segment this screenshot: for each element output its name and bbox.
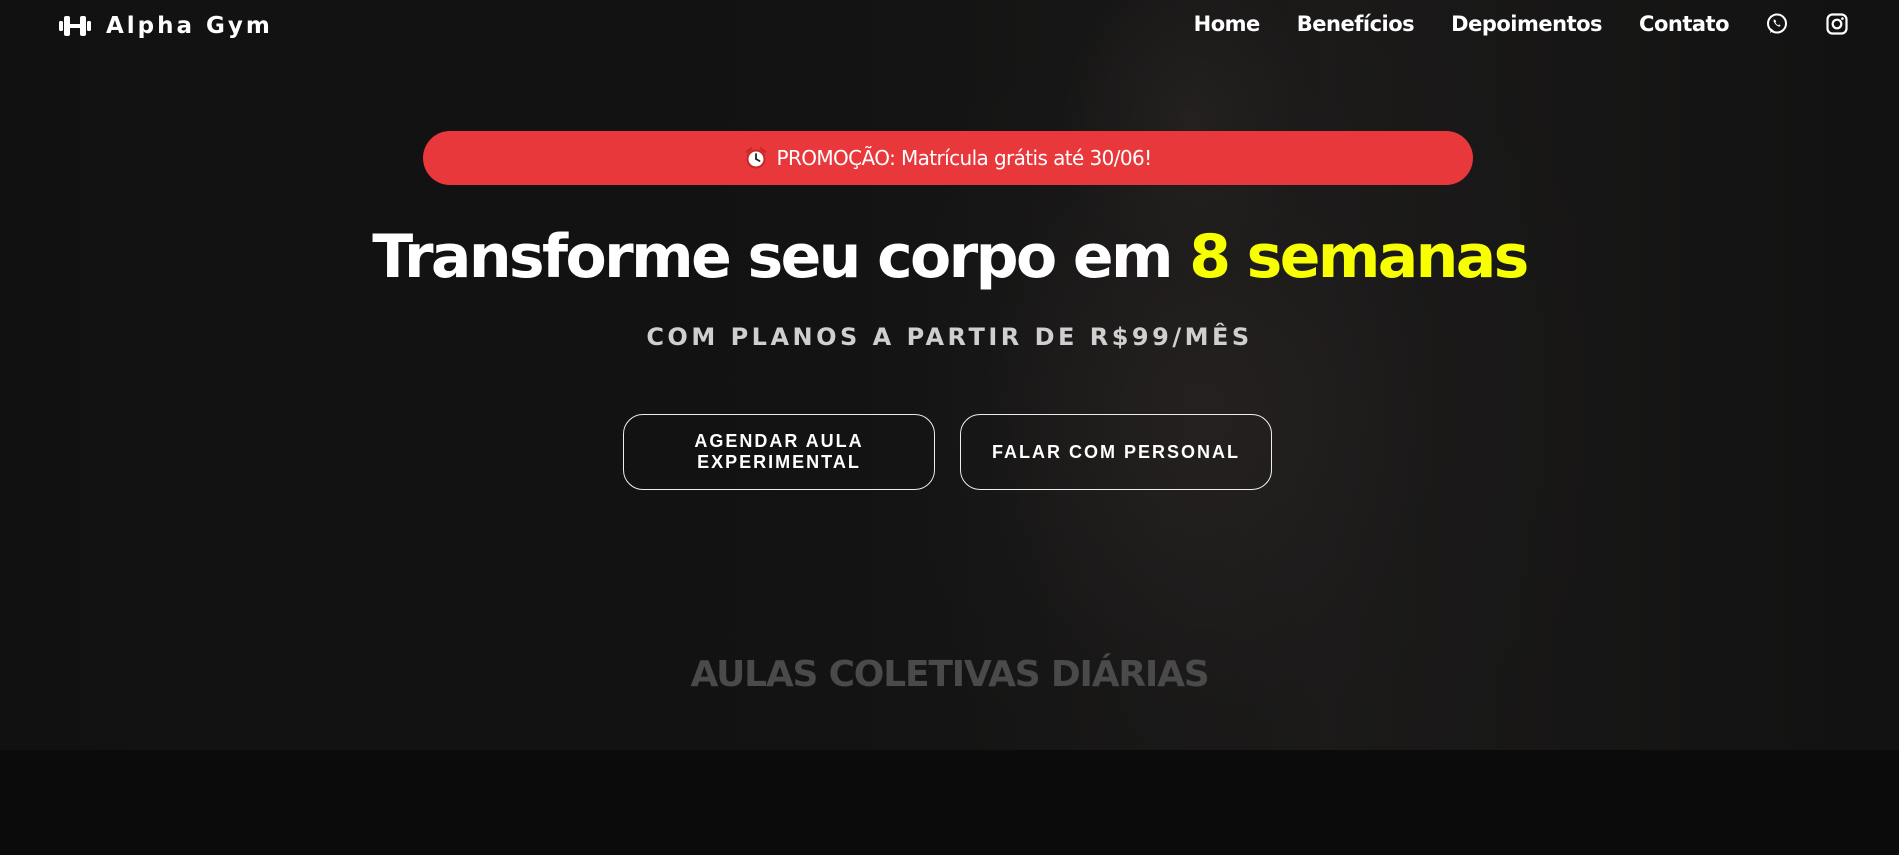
hero-background xyxy=(0,0,1899,750)
alarm-clock-icon xyxy=(746,147,767,169)
hero-subheadline: COM PLANOS A PARTIR DE R$99/MÊS xyxy=(646,323,1253,351)
nav-link-depoimentos[interactable]: Depoimentos xyxy=(1451,12,1602,36)
headline-accent: 8 semanas xyxy=(1189,222,1529,292)
promo-text: PROMOÇÃO: Matrícula grátis até 30/06! xyxy=(776,146,1152,170)
dumbbell-icon xyxy=(59,16,91,36)
brand-name: Alpha Gym xyxy=(106,13,273,39)
promo-banner: PROMOÇÃO: Matrícula grátis até 30/06! xyxy=(423,131,1473,185)
whatsapp-icon[interactable] xyxy=(1765,12,1789,36)
hero-overlay xyxy=(0,0,1899,750)
hero-headline: Transforme seu corpo em 8 semanas xyxy=(0,222,1899,292)
schedule-trial-class-button[interactable]: AGENDAR AULA EXPERIMENTAL xyxy=(623,414,935,490)
brand[interactable]: Alpha Gym xyxy=(58,12,273,40)
navbar: Alpha Gym Home Benefícios Depoimentos Co… xyxy=(0,0,1899,56)
nav-link-home[interactable]: Home xyxy=(1194,12,1261,36)
talk-to-personal-button[interactable]: FALAR COM PERSONAL xyxy=(960,414,1272,490)
nav-link-contato[interactable]: Contato xyxy=(1639,12,1729,36)
section-title-group-classes: AULAS COLETIVAS DIÁRIAS xyxy=(690,654,1210,695)
nav-link-beneficios[interactable]: Benefícios xyxy=(1297,12,1415,36)
headline-main: Transforme seu corpo em xyxy=(372,222,1190,292)
bottom-band xyxy=(0,750,1899,855)
instagram-icon[interactable] xyxy=(1825,12,1849,36)
main-menu: Home Benefícios Depoimentos Contato xyxy=(1157,12,1849,36)
